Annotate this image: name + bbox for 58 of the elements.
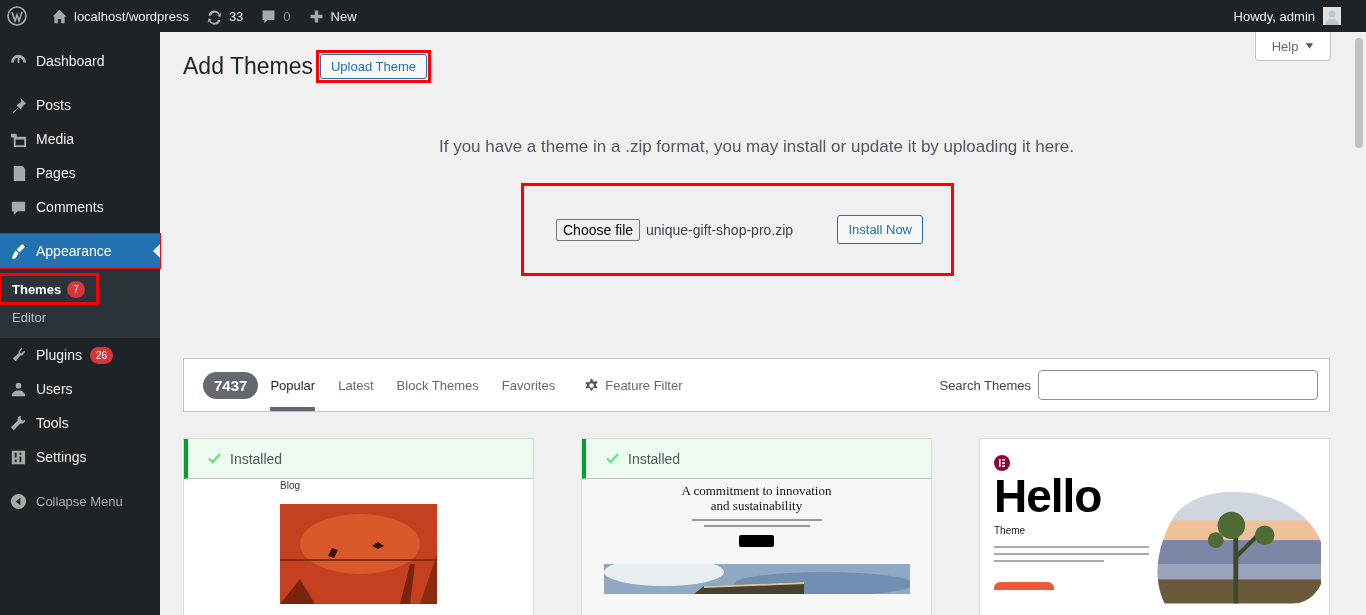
filter-tab[interactable]: Latest xyxy=(338,359,374,411)
new-link[interactable]: New xyxy=(307,7,357,25)
menu-item[interactable]: Plugins 26 xyxy=(0,338,160,372)
help-button[interactable]: Help xyxy=(1255,32,1331,61)
wordpress-logo-icon[interactable] xyxy=(7,6,27,26)
menu-item[interactable]: Appearance xyxy=(0,234,160,268)
file-name: unique-gift-shop-pro.zip xyxy=(646,221,795,238)
search-label: Search Themes xyxy=(939,377,1031,393)
install-now-button[interactable]: Install Now xyxy=(837,215,923,244)
upload-instructions: If you have a theme in a .zip format, you may install or update it by uploading it here. xyxy=(438,137,1075,157)
menu-item[interactable]: Users xyxy=(0,372,160,406)
preview-heading: A commitment to innovation and sustainability xyxy=(681,483,832,513)
theme-card[interactable]: Hello Theme xyxy=(979,438,1330,615)
site-link[interactable]: localhost/wordpress xyxy=(51,7,189,25)
home-icon xyxy=(51,7,68,25)
menu-icon xyxy=(9,241,28,261)
menu-item[interactable]: Dashboard xyxy=(0,44,160,78)
choose-file-button[interactable]: Choose file xyxy=(556,218,641,241)
filter-tab[interactable]: Favorites xyxy=(501,359,556,411)
account-link[interactable]: Howdy, admin xyxy=(1233,7,1341,25)
menu-item[interactable]: Tools xyxy=(0,406,160,440)
collapse-menu-button[interactable]: Collapse Menu xyxy=(0,484,160,518)
menu-item[interactable]: Settings xyxy=(0,440,160,474)
installed-label: Installed xyxy=(628,450,681,467)
gear-icon xyxy=(584,377,600,393)
comments-link[interactable]: 0 xyxy=(260,7,291,25)
current-pointer-icon xyxy=(153,244,160,258)
collapse-icon xyxy=(9,491,28,511)
search-field[interactable] xyxy=(1038,370,1318,400)
upload-theme-button[interactable]: Upload Theme xyxy=(320,53,428,79)
checkmark-icon xyxy=(606,453,619,464)
theme-card[interactable]: Installed A commitment to innovation and sustainability xyxy=(581,438,932,615)
theme-count: 7437 xyxy=(203,371,259,399)
caret-icon xyxy=(1305,43,1315,49)
preview-button xyxy=(739,535,774,547)
logo-icon xyxy=(994,455,1010,471)
feature-filter-link[interactable]: Feature Filter xyxy=(584,359,683,411)
preview-subheading: Theme xyxy=(994,525,1027,536)
installed-label: Installed xyxy=(230,450,283,467)
preview-heading: Hello xyxy=(994,473,1103,519)
submenu-item[interactable]: Editor xyxy=(12,309,46,325)
updates-link[interactable]: 33 xyxy=(205,7,244,25)
menu-icon xyxy=(9,413,28,433)
menu-item[interactable]: Pages xyxy=(0,156,160,190)
submenu-item[interactable]: Themes xyxy=(12,281,62,297)
theme-card[interactable]: Installed Blog xyxy=(183,438,534,615)
filter-tab[interactable]: Popular xyxy=(270,359,316,411)
count-badge: 26 xyxy=(89,346,114,364)
menu-item[interactable]: Posts xyxy=(0,88,160,122)
count-badge: 7 xyxy=(67,280,85,298)
preview-heading: Blog xyxy=(280,480,301,491)
checkmark-icon xyxy=(208,453,221,464)
avatar-icon xyxy=(1323,7,1341,25)
page-title: Add Themes xyxy=(183,52,313,80)
preview-button xyxy=(994,582,1054,590)
filter-tab[interactable]: Block Themes xyxy=(396,359,479,411)
menu-item[interactable]: Media xyxy=(0,122,160,156)
menu-item[interactable]: Comments xyxy=(0,190,160,224)
